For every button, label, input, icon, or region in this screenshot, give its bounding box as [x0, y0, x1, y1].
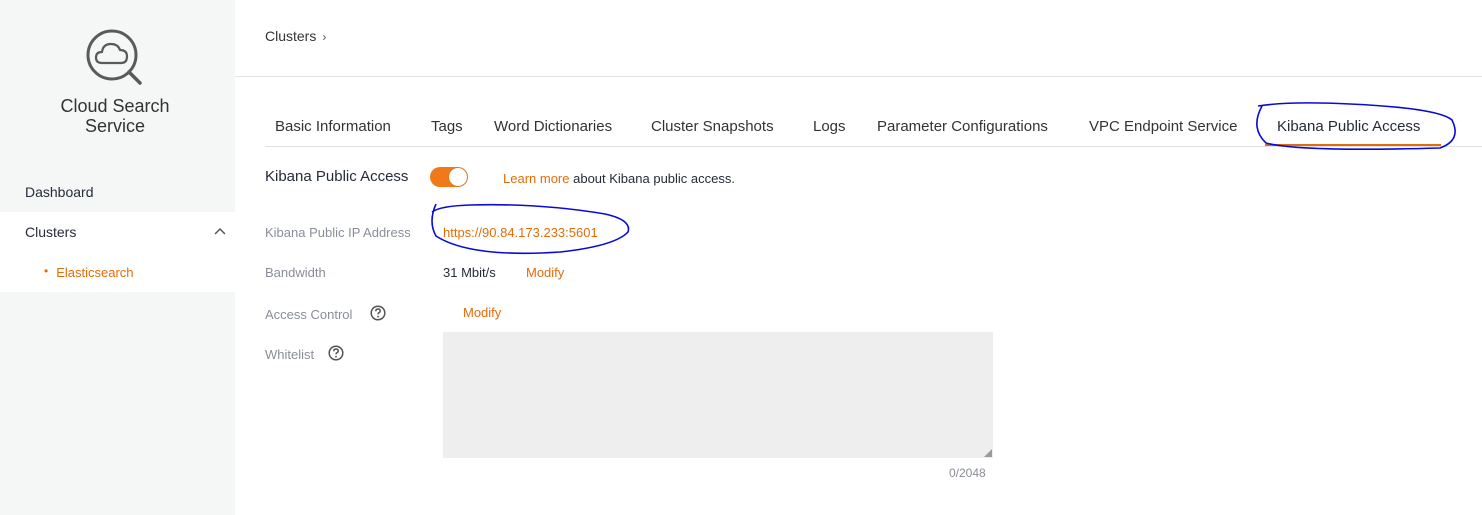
header-divider: [235, 76, 1482, 77]
learn-more-text: Learn more about Kibana public access.: [503, 171, 735, 186]
learn-more-suffix: about Kibana public access.: [573, 171, 735, 186]
tab-basic-information[interactable]: Basic Information: [275, 108, 391, 146]
sidebar-group-clusters: Clusters • Elasticsearch: [0, 212, 235, 292]
kibana-ip-link[interactable]: https://90.84.173.233:5601: [443, 225, 598, 240]
tabs-divider: [265, 146, 1482, 147]
breadcrumb-clusters[interactable]: Clusters: [265, 28, 316, 44]
whitelist-label: Whitelist: [265, 347, 315, 362]
kibana-public-access-toggle[interactable]: [430, 167, 468, 187]
tab-tags[interactable]: Tags: [431, 108, 463, 146]
tab-word-dictionaries[interactable]: Word Dictionaries: [494, 108, 612, 146]
bullet-icon: •: [44, 264, 49, 278]
tab-parameter-configurations[interactable]: Parameter Configurations: [877, 108, 1048, 146]
sidebar-item-elasticsearch[interactable]: • Elasticsearch: [44, 253, 134, 293]
tab-vpc-endpoint-service[interactable]: VPC Endpoint Service: [1089, 108, 1237, 146]
cloud-search-icon: [86, 29, 142, 85]
tab-cluster-snapshots[interactable]: Cluster Snapshots: [651, 108, 774, 146]
whitelist-help-icon[interactable]: [328, 345, 344, 361]
bandwidth-label: Bandwidth: [265, 265, 326, 280]
app-title-line2: Service: [84, 116, 146, 136]
chevron-right-icon: ›: [322, 30, 327, 44]
learn-more-link[interactable]: Learn more: [503, 171, 569, 186]
resize-grip-icon[interactable]: [984, 449, 992, 457]
app-title: Cloud Search Service: [0, 96, 230, 136]
access-control-modify-link[interactable]: Modify: [463, 305, 501, 320]
breadcrumb: Clusters ›: [265, 28, 326, 44]
access-control-label: Access Control: [265, 307, 353, 322]
sidebar: Cloud Search Service Dashboard Clusters …: [0, 0, 235, 515]
bandwidth-modify-link[interactable]: Modify: [526, 265, 564, 280]
whitelist-textarea[interactable]: [443, 332, 993, 458]
kibana-ip-label: Kibana Public IP Address: [265, 225, 411, 240]
tab-kibana-public-access[interactable]: Kibana Public Access: [1277, 108, 1420, 146]
bandwidth-value: 31 Mbit/s: [443, 265, 496, 280]
toggle-knob: [449, 168, 467, 186]
app-title-line1: Cloud Search: [60, 96, 170, 116]
whitelist-char-counter: 0/2048: [949, 466, 986, 480]
sidebar-item-clusters[interactable]: Clusters: [0, 212, 235, 252]
tab-logs[interactable]: Logs: [813, 108, 846, 146]
chevron-up-icon[interactable]: [214, 226, 226, 236]
kibana-public-access-label: Kibana Public Access: [265, 168, 409, 185]
sidebar-item-dashboard[interactable]: Dashboard: [0, 172, 235, 212]
sidebar-item-clusters-label: Clusters: [25, 224, 77, 240]
sidebar-item-elasticsearch-label: Elasticsearch: [56, 265, 134, 280]
access-control-help-icon[interactable]: [370, 305, 386, 321]
